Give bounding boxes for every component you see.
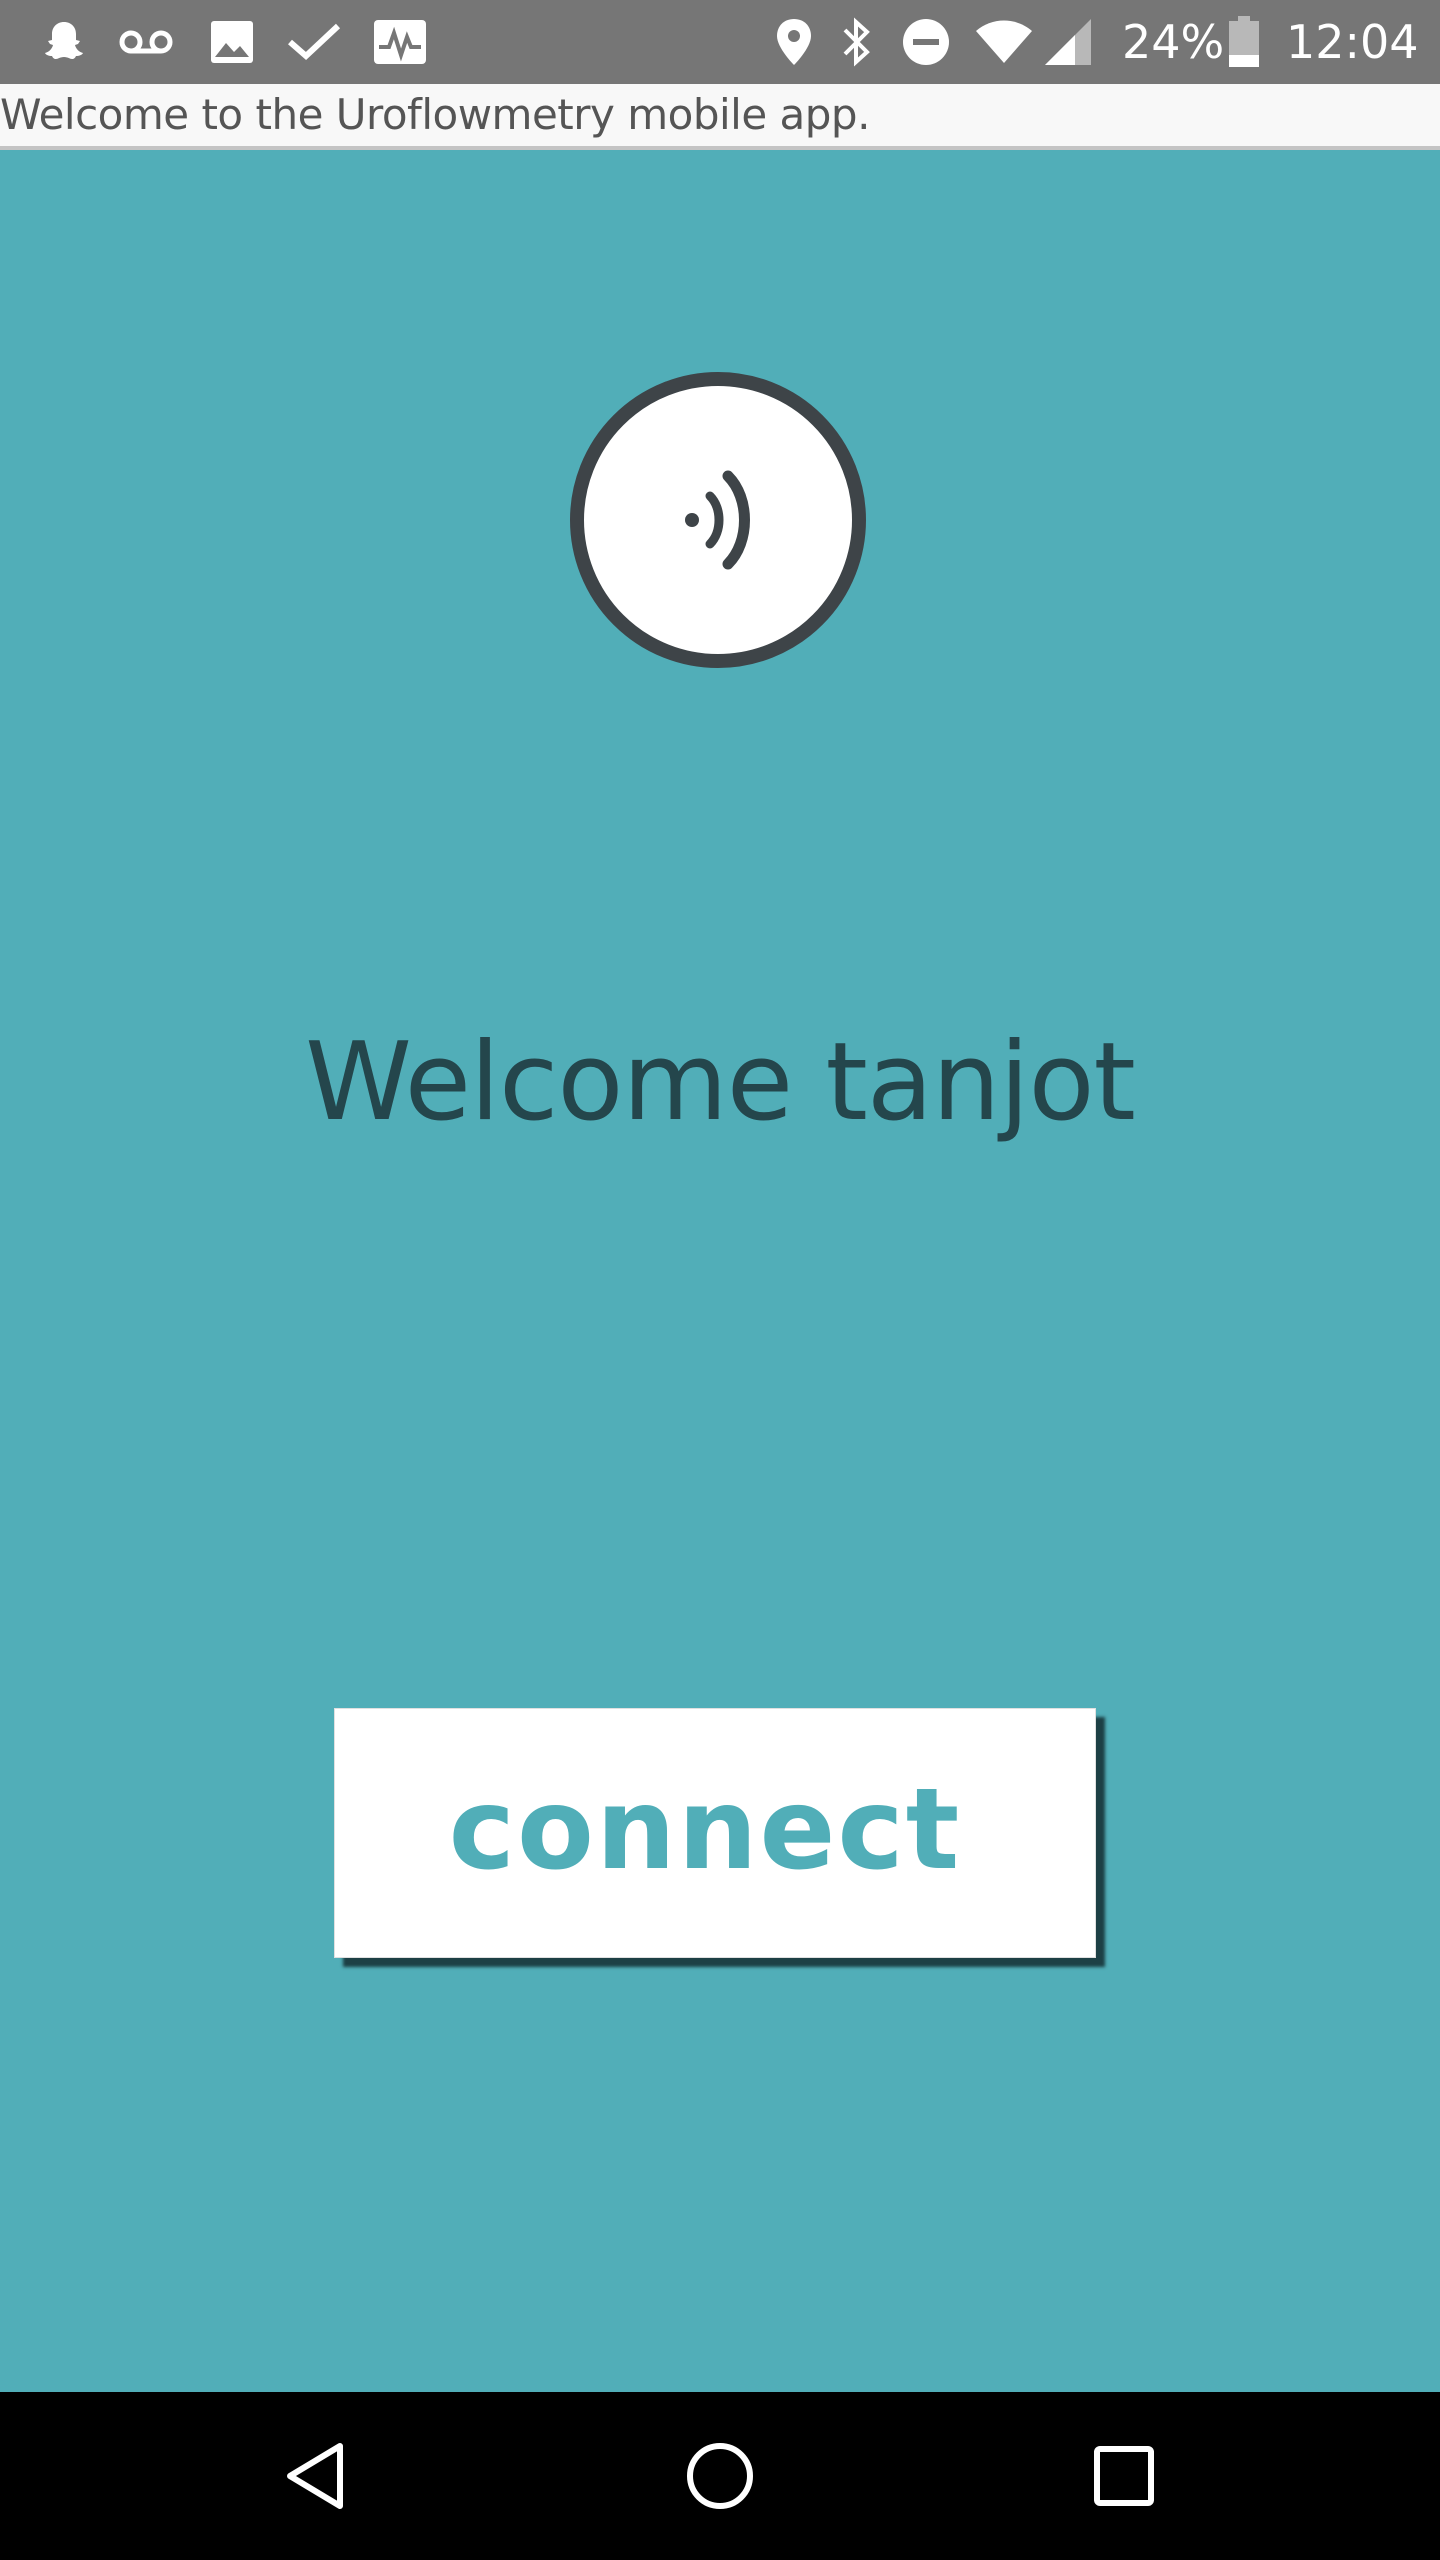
wireless-signal-icon — [685, 470, 750, 570]
navigation-bar — [0, 2392, 1440, 2560]
cell-signal-icon — [1040, 0, 1096, 84]
voicemail-icon — [116, 0, 176, 84]
home-button[interactable] — [640, 2392, 800, 2560]
connect-button[interactable]: connect — [334, 1708, 1096, 1958]
activity-icon — [370, 0, 430, 84]
battery-percent: 24% — [1122, 15, 1225, 69]
snapchat-icon — [36, 0, 92, 84]
back-button[interactable] — [236, 2392, 396, 2560]
recents-button[interactable] — [1044, 2392, 1204, 2560]
recents-square-icon — [1094, 2446, 1154, 2506]
clock: 12:04 — [1286, 15, 1419, 69]
main-content: Welcome tanjot connect — [0, 150, 1440, 2392]
welcome-heading: Welcome tanjot — [305, 1020, 1136, 1145]
connect-button-label: connect — [448, 1765, 962, 1895]
status-bar: 24% 12:04 — [0, 0, 1440, 84]
notice-text: Welcome to the Uroflowmetry mobile app. — [0, 90, 870, 139]
bluetooth-icon — [834, 0, 878, 84]
battery-icon — [1224, 0, 1264, 84]
home-circle-icon — [687, 2443, 753, 2509]
check-icon — [284, 0, 344, 84]
logo-circle — [570, 372, 866, 668]
do-not-disturb-icon — [898, 0, 954, 84]
wifi-icon — [972, 0, 1036, 84]
notice-bar: Welcome to the Uroflowmetry mobile app. — [0, 84, 1440, 150]
back-triangle-icon — [287, 2443, 343, 2509]
image-icon — [204, 0, 260, 84]
location-icon — [770, 0, 818, 84]
